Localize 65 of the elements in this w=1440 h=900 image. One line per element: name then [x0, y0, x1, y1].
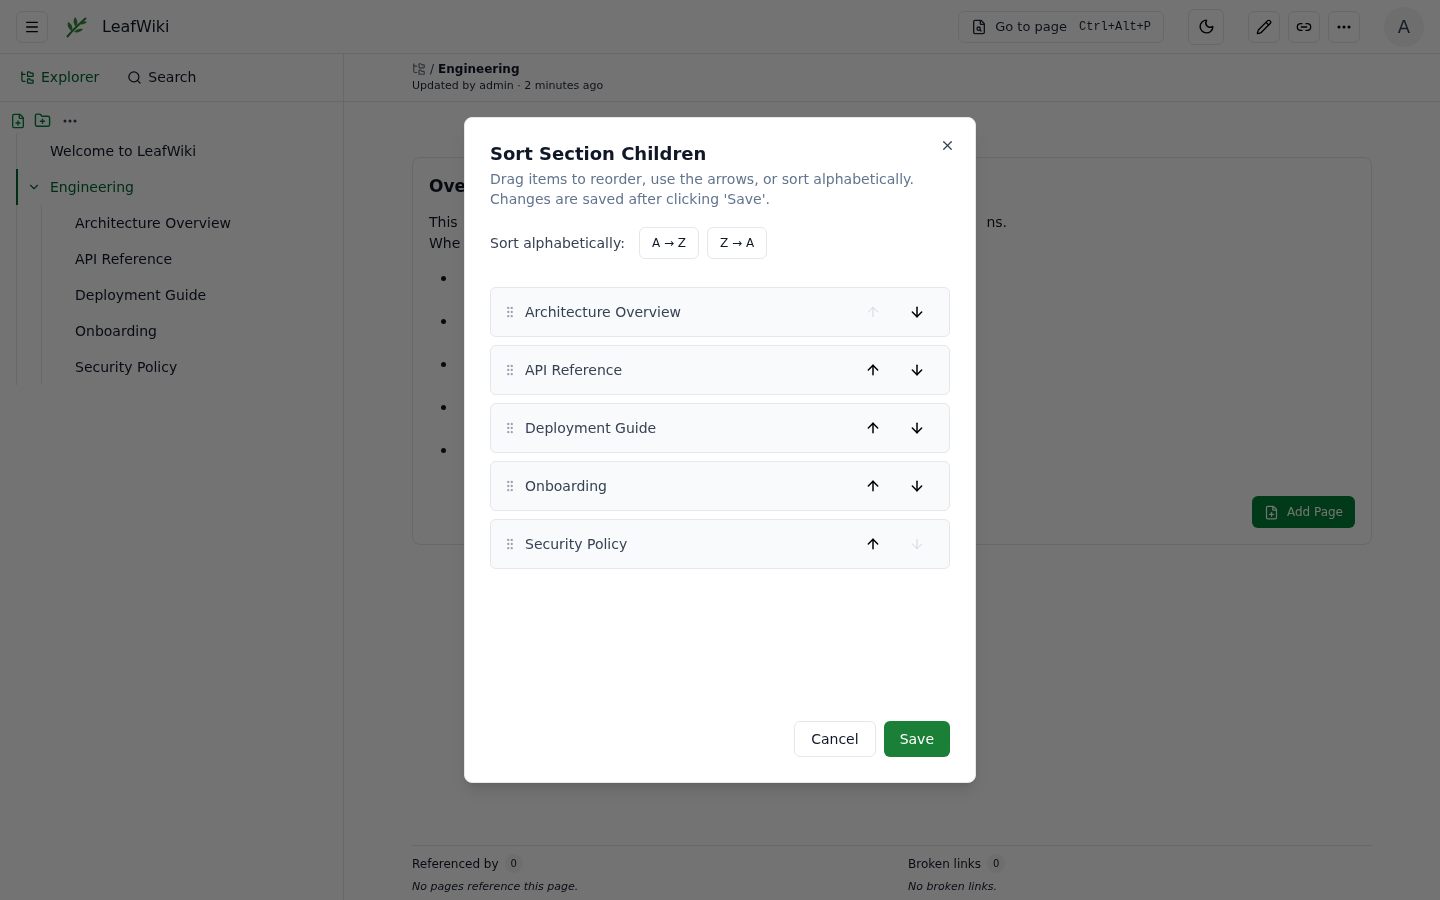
tree-icon[interactable] — [412, 62, 426, 77]
edit-button[interactable] — [1248, 10, 1280, 43]
section-heading: Ove — [429, 175, 467, 198]
new-folder-icon[interactable] — [34, 112, 51, 129]
footer-label: Broken links — [908, 855, 982, 873]
new-page-icon[interactable] — [10, 112, 26, 129]
moon-icon — [1197, 18, 1215, 35]
tree-icon — [20, 70, 35, 85]
search-icon — [127, 70, 143, 85]
updated-info: Updated by admin · 2 minutes ago — [412, 78, 605, 95]
paragraph-text: This — [429, 212, 458, 232]
sort-item-label: Architecture Overview — [525, 302, 682, 322]
tree-item[interactable]: Welcome to LeafWiki — [16, 133, 343, 169]
sort-button[interactable]: A → Z — [638, 227, 699, 259]
footer-note: No broken links. — [908, 880, 997, 893]
sort-item[interactable]: Onboarding — [490, 461, 950, 511]
sort-item[interactable]: Security Policy — [490, 519, 950, 569]
list-bullet — [441, 275, 446, 281]
tree-item[interactable]: Architecture Overview — [75, 212, 232, 234]
footer-note: No pages reference this page. — [412, 880, 579, 893]
tree-item-label[interactable]: Engineering — [50, 176, 134, 198]
sort-item-label: API Reference — [525, 360, 623, 380]
sort-item-label: Security Policy — [525, 534, 628, 554]
save-button[interactable]: Save — [883, 721, 950, 757]
breadcrumb-current: Engineering — [438, 61, 520, 79]
sort-item[interactable]: Architecture Overview — [490, 287, 950, 337]
tree-item-label[interactable]: Welcome to LeafWiki — [50, 140, 197, 162]
dark-mode-button[interactable] — [1188, 8, 1224, 45]
sort-item[interactable]: API Reference — [490, 345, 950, 395]
go-to-page-button[interactable]: Go to page Ctrl+Alt+P — [958, 10, 1164, 43]
tree-item[interactable]: Deployment Guide — [75, 284, 207, 306]
link-button[interactable] — [1288, 10, 1320, 43]
sort-button[interactable]: Z → A — [707, 227, 768, 259]
pencil-icon — [1256, 18, 1272, 35]
new-page-icon — [1263, 504, 1279, 520]
paragraph-text: Whe — [429, 233, 461, 253]
paragraph-text: ns. — [986, 212, 1007, 232]
sidebar-tab[interactable]: Explorer — [20, 67, 100, 88]
list-bullet — [441, 361, 446, 367]
app-name: LeafWiki — [102, 15, 170, 38]
sidebar-tab[interactable]: Search — [127, 67, 197, 88]
tree-item[interactable]: Security Policy — [75, 356, 178, 378]
more-icon[interactable] — [63, 118, 77, 123]
tree-item[interactable]: Onboarding — [75, 320, 157, 342]
count-badge: 0 — [504, 854, 523, 873]
sort-item[interactable]: Deployment Guide — [490, 403, 950, 453]
list-bullet — [441, 404, 446, 410]
footer-label: Referenced by — [412, 855, 499, 873]
tree-item[interactable]: API Reference — [75, 248, 173, 270]
dialog-description: Drag items to reorder, use the arrows, or sort alphabetically. Changes are saved after clicking 'Save'. — [490, 170, 915, 209]
tree-item[interactable]: Engineering — [16, 169, 343, 205]
breadcrumb-separator: / — [430, 61, 435, 79]
sort-item-label: Deployment Guide — [525, 418, 657, 438]
sort-item-label: Onboarding — [525, 476, 607, 496]
dialog-title: Sort Section Children — [490, 142, 707, 166]
user-avatar[interactable]: A — [1384, 6, 1424, 47]
file-search-icon — [971, 18, 988, 35]
cancel-button[interactable]: Cancel — [794, 721, 876, 757]
menu-button[interactable] — [16, 10, 48, 43]
list-bullet — [441, 318, 446, 324]
sort-label: Sort alphabetically: — [490, 233, 625, 253]
list-bullet — [441, 447, 446, 453]
more-icon — [1337, 24, 1351, 29]
add-page-button[interactable]: Add Page — [1251, 496, 1355, 528]
count-badge: 0 — [987, 854, 1006, 873]
